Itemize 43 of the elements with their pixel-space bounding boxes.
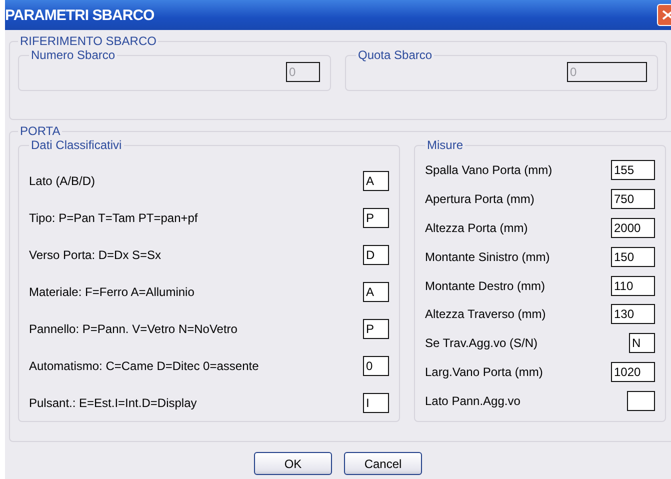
input-field[interactable]: P (363, 318, 389, 338)
input-field[interactable]: 150 (611, 246, 655, 267)
input-field[interactable]: D (363, 244, 389, 264)
input-field[interactable]: P (363, 208, 389, 228)
group-title: Numero Sbarco (30, 48, 116, 62)
input-field[interactable] (627, 390, 655, 411)
input-field[interactable]: 110 (611, 276, 655, 296)
field-label: Verso Porta: D=Dx S=Sx (29, 248, 162, 262)
field-label: Se Trav.Agg.vo (S/N) (425, 336, 538, 350)
field-label: Materiale: F=Ferro A=Alluminio (29, 284, 194, 298)
input-field[interactable]: 0 (363, 356, 389, 376)
field-label: Lato (A/B/D) (29, 174, 96, 188)
input-field[interactable]: A (363, 170, 389, 190)
field-label: Montante Sinistro (mm) (425, 250, 550, 264)
field-label: Automatismo: C=Came D=Ditec 0=assente (29, 358, 259, 372)
field-label: Tipo: P=Pan T=Tam PT=pan+pf (29, 210, 198, 224)
field-label: Altezza Traverso (mm) (425, 307, 546, 322)
dialog-button[interactable]: Cancel (344, 452, 422, 475)
group-title: PORTA (19, 124, 62, 138)
field-label: Spalla Vano Porta (mm) (425, 163, 552, 178)
input-field[interactable]: A (363, 282, 389, 302)
input-field[interactable]: I (363, 392, 389, 412)
group-title: Misure (426, 138, 464, 152)
input-field[interactable]: N (629, 333, 655, 354)
field-label: Larg.Vano Porta (mm) (425, 364, 543, 379)
input-field[interactable]: 2000 (611, 218, 655, 238)
field-label: Altezza Porta (mm) (425, 220, 528, 235)
input-field[interactable]: 155 (611, 160, 655, 180)
input-field[interactable]: 1020 (611, 362, 655, 382)
close-button[interactable] (657, 4, 671, 26)
input-field[interactable]: 750 (611, 189, 655, 210)
field-label: Pulsant.: E=Est.I=Int.D=Display (29, 396, 197, 410)
field-label: Lato Pann.Agg.vo (425, 394, 520, 408)
field-label: Montante Destro (mm) (425, 278, 546, 293)
input-field[interactable]: 130 (611, 304, 655, 324)
close-icon (661, 9, 671, 21)
window-title: PARAMETRI SBARCO (5, 6, 154, 24)
field-label: Pannello: P=Pann. V=Vetro N=NoVetro (29, 322, 238, 336)
field-label: Apertura Porta (mm) (425, 192, 534, 206)
dialog-button[interactable]: OK (254, 452, 332, 475)
group-title: Quota Sbarco (357, 48, 434, 62)
group-title: Dati Classificativi (30, 138, 123, 152)
group-title: RIFERIMENTO SBARCO (19, 34, 158, 48)
